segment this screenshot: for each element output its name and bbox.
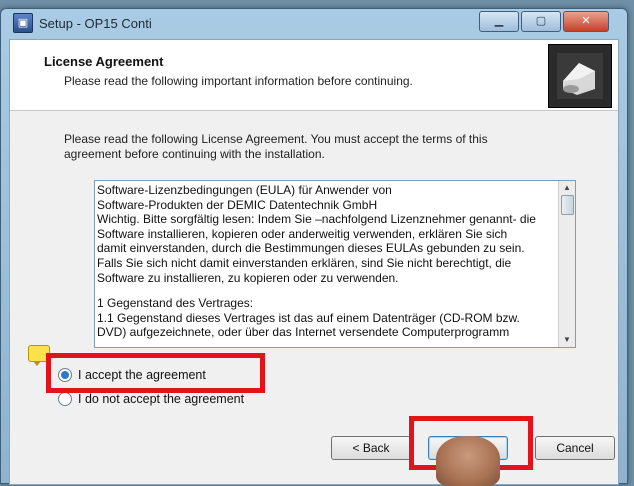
finger-photo-overlay [436,436,500,486]
wizard-header: License Agreement Please read the follow… [10,40,618,111]
decline-option[interactable]: I do not accept the agreement [58,392,244,406]
minimize-button[interactable]: ▁ [479,11,519,32]
scroll-up-arrow-icon[interactable]: ▲ [559,181,575,195]
intro-text: Please read the following License Agreem… [64,132,488,161]
scroll-down-arrow-icon[interactable]: ▼ [559,333,575,347]
close-button[interactable]: ✕ [563,11,609,32]
scrollbar-thumb[interactable] [561,195,574,215]
setup-window: ▣ Setup - OP15 Conti ▁ ▢ ✕ License Agree… [0,8,628,485]
title-bar[interactable]: ▣ Setup - OP15 Conti ▁ ▢ ✕ [1,9,627,37]
page-subtitle: Please read the following important info… [64,74,413,88]
setup-app-icon: ▣ [13,13,33,33]
window-controls: ▁ ▢ ✕ [477,11,609,32]
page-title: License Agreement [44,54,164,69]
maximize-button[interactable]: ▢ [521,11,561,32]
decline-radio[interactable] [58,392,72,406]
license-text-box[interactable]: Software-Lizenzbedingungen (EULA) für An… [94,180,576,348]
license-paragraph: Software-Lizenzbedingungen (EULA) für An… [97,183,536,285]
accept-highlight-box [46,353,265,393]
installer-logo-icon [548,44,612,108]
decline-label: I do not accept the agreement [78,392,245,406]
window-title: Setup - OP15 Conti [39,15,152,31]
license-text: Software-Lizenzbedingungen (EULA) für An… [97,183,555,347]
cancel-button[interactable]: Cancel [535,436,615,460]
license-scrollbar[interactable]: ▲ ▼ [558,181,575,347]
license-paragraph: 1 Gegenstand des Vertrages: 1.1 Gegensta… [97,296,520,340]
back-button[interactable]: < Back [331,436,411,460]
